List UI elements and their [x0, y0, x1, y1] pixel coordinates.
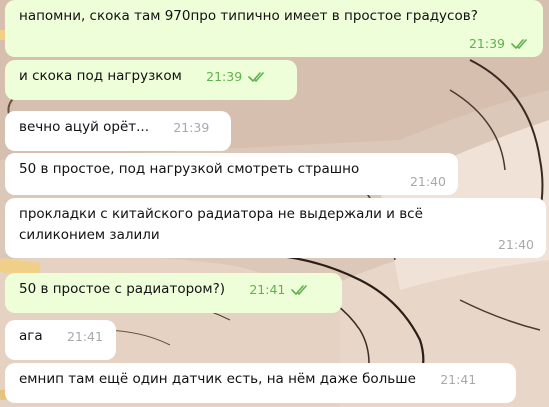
- message-meta: 21:41: [249, 282, 311, 298]
- message-bubble[interactable]: ага 21:41: [5, 320, 116, 360]
- message-text: вечно ацуй орёт...: [19, 119, 150, 135]
- message-meta: 21:40: [410, 174, 446, 190]
- message-meta: 21:39: [173, 120, 209, 136]
- message-bubble[interactable]: емнип там ещё один датчик есть, на нём д…: [5, 363, 516, 403]
- message-text: 50 в простое, под нагрузкой смотреть стр…: [19, 161, 360, 177]
- read-double-check-icon: [248, 72, 264, 82]
- message-bubble[interactable]: напомни, скока там 970про типично имеет …: [5, 0, 543, 57]
- message-meta: 21:40: [498, 237, 534, 253]
- read-double-check-icon: [511, 39, 527, 49]
- message-bubble[interactable]: и скока под нагрузком 21:39: [5, 60, 297, 100]
- message-time: 21:39: [468, 36, 505, 51]
- message-bubble[interactable]: 50 в простое, под нагрузкой смотреть стр…: [5, 153, 458, 195]
- message-text: емнип там ещё один датчик есть, на нём д…: [19, 371, 416, 387]
- message-time: 21:41: [249, 282, 286, 297]
- message-meta: 21:41: [67, 329, 103, 345]
- message-list[interactable]: напомни, скока там 970про типично имеет …: [0, 0, 549, 407]
- message-text: напомни, скока там 970про типично имеет …: [19, 8, 478, 24]
- message-text: прокладки с китайского радиатора не выде…: [19, 206, 423, 243]
- message-meta: 21:39: [206, 69, 268, 85]
- message-meta: 21:41: [440, 372, 476, 388]
- message-time: 21:39: [206, 69, 243, 84]
- read-double-check-icon: [291, 285, 308, 295]
- message-time: 21:40: [497, 237, 534, 252]
- message-time: 21:41: [66, 329, 103, 344]
- message-time: 21:41: [440, 372, 477, 387]
- message-bubble[interactable]: 50 в простое с радиатором?) 21:41: [5, 273, 342, 313]
- message-meta: 21:39: [469, 36, 531, 52]
- message-time: 21:40: [409, 174, 446, 189]
- message-text: и скока под нагрузком: [19, 68, 182, 84]
- message-text: 50 в простое с радиатором?): [19, 281, 226, 297]
- message-bubble[interactable]: прокладки с китайского радиатора не выде…: [5, 198, 546, 258]
- message-time: 21:39: [173, 120, 210, 135]
- message-text: ага: [19, 328, 43, 344]
- message-bubble[interactable]: вечно ацуй орёт... 21:39: [5, 111, 231, 151]
